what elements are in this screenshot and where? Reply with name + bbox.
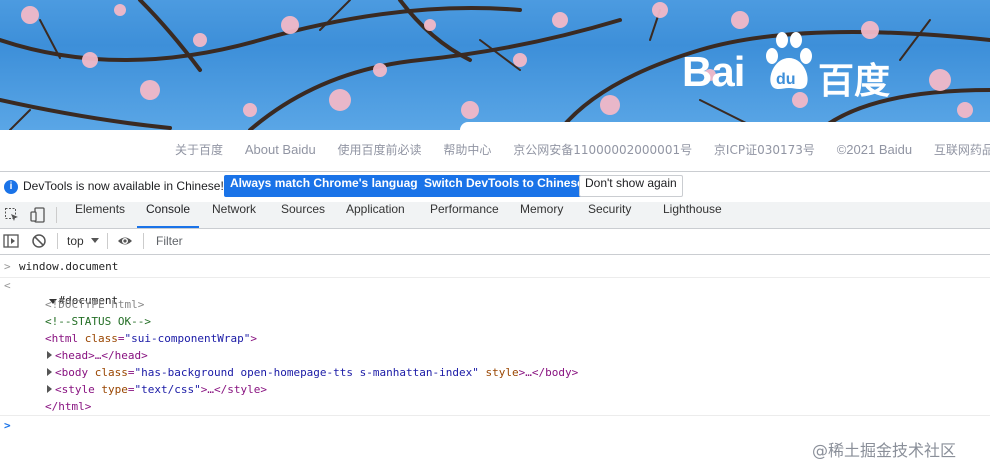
html-tag-close: > (250, 332, 257, 345)
console-prompt-icon[interactable]: > (4, 419, 11, 432)
collapse-triangle-icon[interactable] (47, 351, 52, 359)
tabbar-separator (56, 207, 57, 223)
result-chevron-icon: < (4, 279, 11, 292)
svg-text:du: du (776, 71, 796, 88)
watermark: @稀土掘金技术社区 (812, 441, 957, 460)
logo-du-text: 百度 (818, 61, 891, 102)
row-divider (0, 415, 990, 416)
collapse-triangle-icon[interactable] (47, 368, 52, 376)
tab-console[interactable]: Console (137, 202, 200, 228)
footer-links: 关于百度 About Baidu 使用百度前必读 帮助中心 京公网安备11000… (175, 141, 990, 158)
infobar-message: DevTools is now available in Chinese! (23, 179, 224, 193)
body-tag-end: >…</body> (518, 366, 579, 379)
row-divider (0, 277, 990, 278)
tab-lighthouse[interactable]: Lighthouse (663, 202, 722, 228)
head-tag: <head>…</head> (55, 349, 148, 362)
toggle-sidebar-icon[interactable] (3, 233, 19, 249)
html-tag: <html (45, 332, 79, 345)
footer-link-police-record[interactable]: 京公网安备11000002000001号 (513, 143, 692, 157)
html-attr-value: "sui-componentWrap" (124, 332, 251, 345)
chevron-down-icon[interactable] (91, 238, 99, 243)
comment-node: <!--STATUS OK--> (45, 315, 151, 328)
body-attr2-name: style (485, 366, 519, 379)
info-icon: i (4, 180, 18, 194)
body-tag: <body (55, 366, 89, 379)
search-panel-edge (460, 122, 990, 130)
inspect-element-icon[interactable] (4, 207, 20, 223)
context-selector[interactable]: top (67, 234, 84, 248)
devtools-language-infobar: i DevTools is now available in Chinese! … (0, 171, 990, 203)
console-toolbar: top (0, 229, 990, 255)
tab-performance[interactable]: Performance (430, 202, 499, 228)
html-attr-name: class (84, 332, 118, 345)
baidu-logo[interactable]: Bai du 百度 (680, 30, 895, 102)
eye-icon[interactable] (117, 233, 133, 249)
collapse-triangle-icon[interactable] (47, 385, 52, 393)
body-attr-value: "has-background open-homepage-tts s-manh… (134, 366, 479, 379)
baidu-footer: 关于百度 About Baidu 使用百度前必读 帮助中心 京公网安备11000… (0, 130, 990, 170)
style-attr-name: type (101, 383, 128, 396)
toolbar-separator (57, 233, 58, 249)
html-node[interactable]: <html class="sui-componentWrap"> (45, 332, 257, 345)
devtools-tabbar: Elements Console Network Sources Applica… (0, 202, 990, 229)
footer-link-terms[interactable]: 使用百度前必读 (338, 143, 422, 157)
toolbar-separator (143, 233, 144, 249)
footer-link-help[interactable]: 帮助中心 (443, 143, 491, 157)
html-close-node: </html> (45, 400, 92, 413)
console-filter-input[interactable] (150, 230, 762, 252)
logo-bai-text: Bai (682, 48, 745, 95)
head-node[interactable]: <head>…</head> (47, 349, 148, 362)
hero-banner: Bai du 百度 (0, 0, 990, 130)
style-tag-end: >…</style> (200, 383, 267, 396)
clear-console-icon[interactable] (31, 233, 47, 249)
paw-icon: du (766, 32, 812, 89)
device-toolbar-icon[interactable] (30, 207, 46, 223)
style-attr-value: "text/css" (134, 383, 201, 396)
tab-network[interactable]: Network (212, 202, 256, 228)
footer-link-about-en[interactable]: About Baidu (245, 142, 316, 157)
switch-devtools-chinese-button[interactable]: Switch DevTools to Chinese (418, 175, 590, 197)
style-node[interactable]: <style type="text/css">…</style> (47, 383, 267, 396)
tab-application[interactable]: Application (346, 202, 405, 228)
tab-sources[interactable]: Sources (281, 202, 325, 228)
body-node[interactable]: <body class="has-background open-homepag… (47, 366, 578, 379)
tab-elements[interactable]: Elements (75, 202, 125, 228)
body-attr-name: class (94, 366, 128, 379)
footer-copyright: ©2021 Baidu (836, 142, 913, 157)
console-input-command: window.document (19, 260, 119, 273)
tab-memory[interactable]: Memory (520, 202, 563, 228)
footer-link-about[interactable]: 关于百度 (175, 143, 223, 157)
doctype-node: <!DOCTYPE html> (45, 298, 145, 311)
footer-link-drug-info[interactable]: 互联网药品信息服 (934, 143, 990, 157)
always-match-language-button[interactable]: Always match Chrome's language (224, 175, 431, 197)
toolbar-separator (107, 233, 108, 249)
input-chevron-icon: > (4, 260, 11, 273)
dont-show-again-button[interactable]: Don't show again (579, 175, 683, 197)
tab-security[interactable]: Security (588, 202, 631, 228)
footer-link-icp[interactable]: 京ICP证030173号 (714, 143, 815, 157)
style-tag: <style (55, 383, 95, 396)
